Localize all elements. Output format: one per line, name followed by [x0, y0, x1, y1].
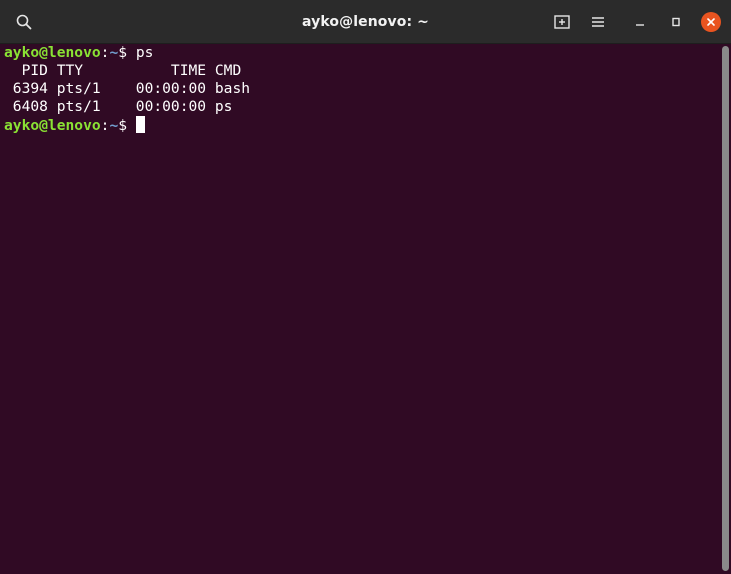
- prompt-symbol: $: [118, 117, 136, 134]
- prompt-path: ~: [109, 44, 119, 61]
- menu-button[interactable]: [584, 9, 612, 35]
- prompt-path: ~: [109, 117, 119, 134]
- entered-command: ps: [135, 44, 154, 61]
- ps-output-line: 6394 pts/1 00:00:00 bash: [4, 80, 251, 97]
- close-button-circle[interactable]: [701, 12, 721, 32]
- new-tab-button[interactable]: [548, 9, 576, 35]
- close-icon: [707, 18, 715, 26]
- minimize-button[interactable]: [626, 9, 654, 35]
- title-bar[interactable]: ayko@lenovo: ~: [0, 0, 731, 44]
- hamburger-menu-icon: [592, 17, 604, 27]
- ps-output-line: 6408 pts/1 00:00:00 ps: [4, 98, 233, 115]
- minimize-icon: [636, 24, 644, 26]
- new-tab-icon: [554, 15, 570, 29]
- prompt-user-host: ayko@lenovo: [4, 117, 101, 134]
- vertical-scrollbar[interactable]: [722, 46, 729, 571]
- terminal-output[interactable]: ayko@lenovo:~$ ps PID TTY TIME CMD 6394 …: [0, 44, 720, 574]
- active-prompt-line[interactable]: ayko@lenovo:~$: [4, 116, 720, 134]
- text-cursor: [135, 116, 145, 133]
- maximize-button[interactable]: [662, 9, 690, 35]
- prompt-user-host: ayko@lenovo: [4, 44, 101, 61]
- ps-header-line: PID TTY TIME CMD: [4, 62, 242, 79]
- window-title: ayko@lenovo: ~: [302, 14, 429, 30]
- terminal-window: ayko@lenovo: ~ ayko@lenovo:~$ ps PID TTY…: [0, 0, 731, 574]
- prompt-symbol: $: [118, 44, 136, 61]
- command-line: ayko@lenovo:~$ ps: [4, 44, 720, 62]
- close-button[interactable]: [697, 9, 725, 35]
- maximize-icon: [672, 17, 680, 27]
